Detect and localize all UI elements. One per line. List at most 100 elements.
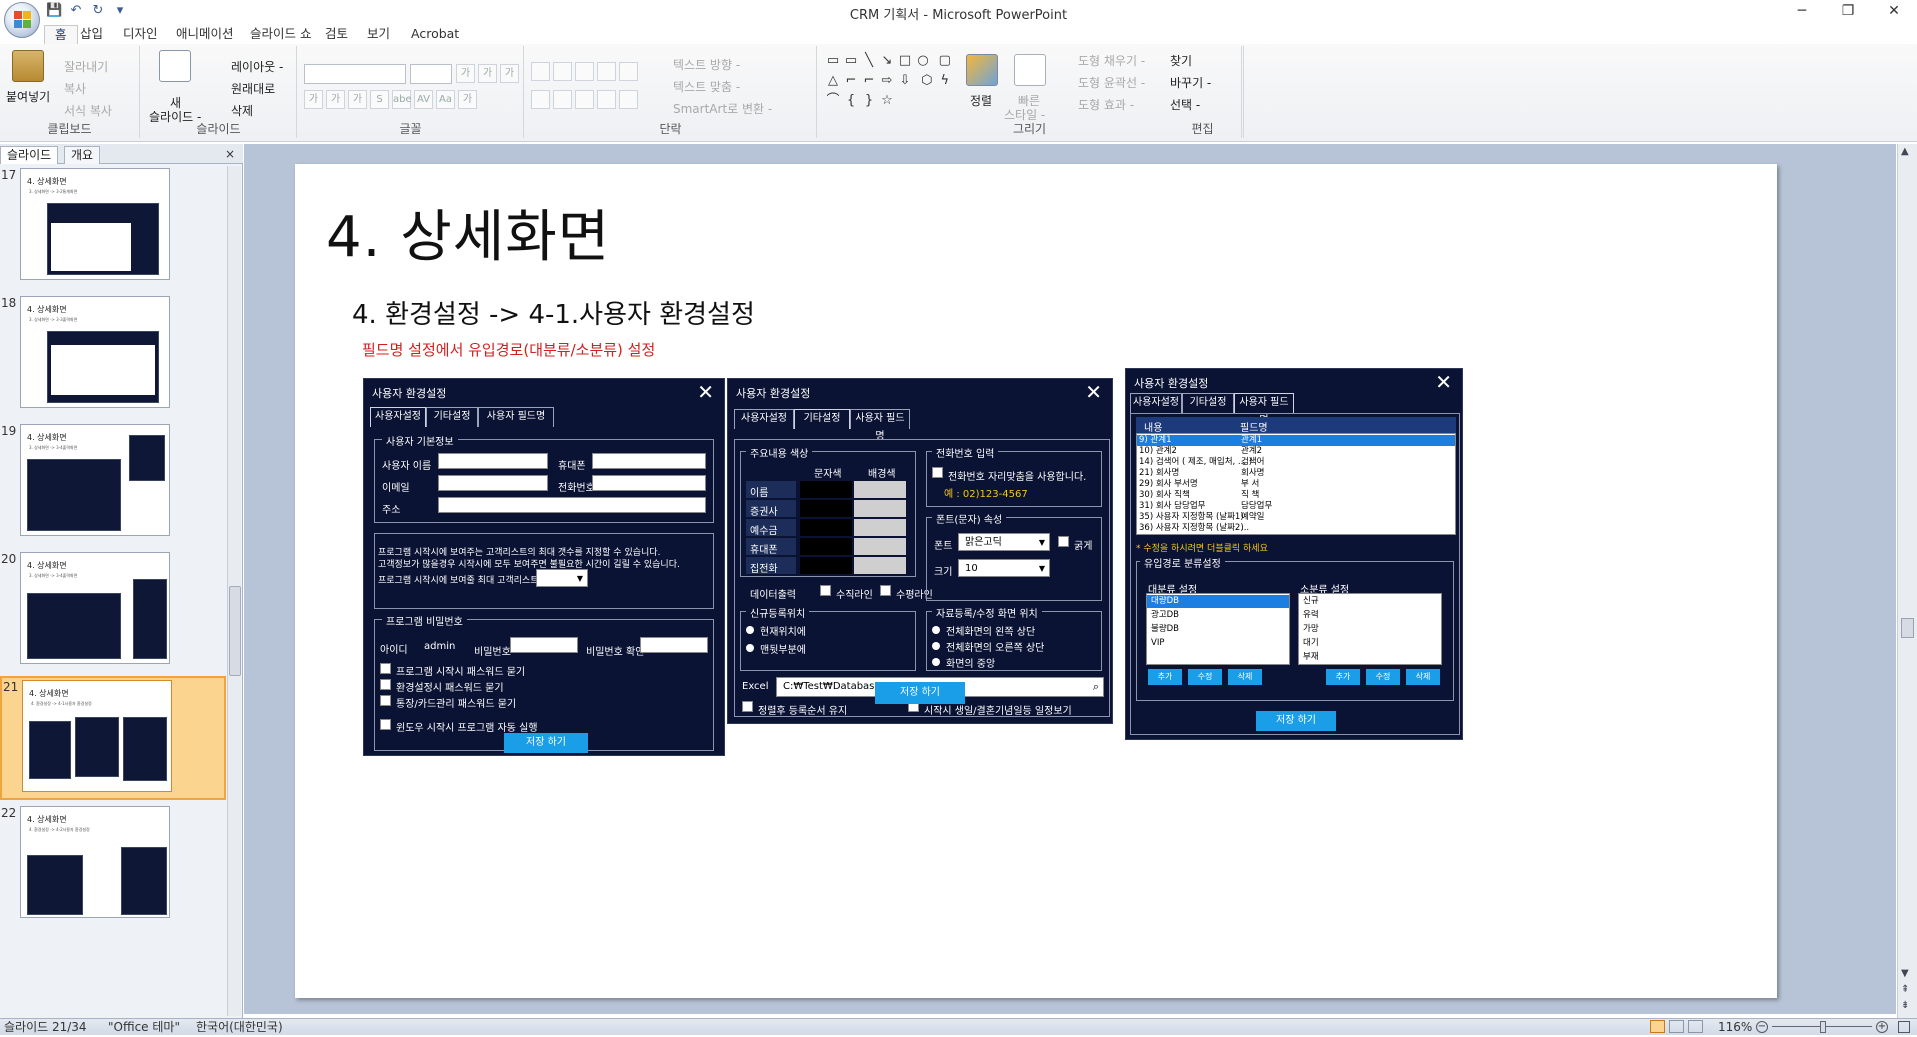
slideshow-view-icon[interactable] (1687, 1020, 1703, 1033)
tab-review[interactable]: 검토 (315, 25, 358, 44)
slide-thumb[interactable]: 17 4. 상세화면 3. 상세화면 -> 3-2통계화면 (0, 166, 226, 290)
small-add-button[interactable]: 추가 (1326, 669, 1360, 685)
shape-effect-button[interactable]: 도형 효과 - (1078, 96, 1134, 113)
language[interactable]: 한국어(대한민국) (196, 1019, 283, 1035)
align-right-icon[interactable] (575, 90, 594, 109)
panel-scroll-thumb[interactable] (229, 586, 241, 676)
font-select[interactable]: 맑은고딕 ▼ (958, 533, 1050, 551)
prev-slide-icon[interactable]: ⇞ (1901, 984, 1909, 995)
align-left-icon[interactable] (531, 90, 550, 109)
zoom-slider-thumb[interactable] (1820, 1021, 1826, 1033)
select-button[interactable]: 선택 - (1170, 96, 1200, 113)
size-select[interactable]: 10 ▼ (958, 559, 1050, 577)
small-category-list[interactable]: 신규 유력 가망 대기 부재 (1298, 593, 1442, 665)
arrange-button[interactable]: 정렬 (970, 92, 992, 109)
tab-design[interactable]: 디자인 (113, 25, 168, 44)
password-confirm-input[interactable] (640, 637, 708, 653)
checkbox-vline[interactable] (820, 585, 831, 596)
slide-subtitle[interactable]: 4. 환경설정 -> 4-1.사용자 환경설정 (352, 294, 755, 331)
small-delete-button[interactable]: 삭제 (1406, 669, 1440, 685)
table-row[interactable]: 14) 검색어 ( 제조, 매입처, ... ) (1139, 457, 1252, 468)
replace-button[interactable]: 바꾸기 - (1170, 74, 1211, 91)
align-center-icon[interactable] (553, 90, 572, 109)
list-item[interactable]: 부재 (1303, 652, 1319, 663)
search-icon[interactable]: ⌕ (1093, 678, 1099, 696)
text-direction-button[interactable]: 텍스트 방향 - (673, 56, 740, 73)
radio-center[interactable] (932, 658, 940, 666)
quick-style-button[interactable]: 스타일 - (1004, 106, 1045, 123)
tab-slideshow[interactable]: 슬라이드 쇼 (240, 25, 321, 44)
slide-thumb[interactable]: 22 4. 상세화면 4. 환경설정 -> 4-2사용자 환경설정 (0, 804, 226, 928)
checkbox-hline[interactable] (880, 585, 891, 596)
table-row[interactable]: 31) 회사 담당업무 (1139, 501, 1205, 512)
shadow-icon[interactable]: S (370, 90, 389, 109)
fit-window-icon[interactable] (1898, 1021, 1910, 1033)
case-icon[interactable]: Aa (436, 90, 455, 109)
bg-swatch-deposit[interactable] (854, 519, 906, 536)
password-input[interactable] (510, 637, 578, 653)
tab-other-settings[interactable]: 기타설정 (794, 409, 850, 429)
table-row[interactable]: 29) 회사 부서명 (1139, 479, 1198, 490)
layout-button[interactable]: 레이아웃 - (231, 58, 283, 75)
scroll-thumb[interactable] (1901, 618, 1914, 638)
bg-swatch-mobile[interactable] (854, 538, 906, 555)
small-edit-button[interactable]: 수정 (1366, 669, 1400, 685)
paste-icon[interactable] (12, 50, 44, 82)
checkbox-autostart[interactable] (380, 719, 391, 730)
elbow-shape-icon[interactable]: ⌐ (842, 72, 860, 89)
save-button[interactable]: 저장 하기 (504, 733, 588, 753)
table-row[interactable]: 30) 회사 직책 (1139, 490, 1190, 501)
elbow2-shape-icon[interactable]: ⌐ (860, 72, 878, 89)
email-input[interactable] (438, 475, 548, 491)
dialog-user-settings[interactable]: 사용자 환경설정 ✕ 사용자설정 기타설정 사용자 필드명 사용자 기본정보 사… (363, 378, 725, 756)
shape-outline-button[interactable]: 도형 윤곽선 - (1078, 74, 1145, 91)
text-align-button[interactable]: 텍스트 맞춤 - (673, 78, 740, 95)
slide-thumb[interactable]: 18 4. 상세화면 3. 상세화면 -> 3-3출력화면 (0, 294, 226, 418)
line-spacing-icon[interactable] (619, 62, 638, 81)
copy-button[interactable]: 복사 (64, 80, 86, 97)
tab-user-settings[interactable]: 사용자설정 (370, 407, 426, 427)
fg-swatch-broker[interactable] (800, 500, 852, 517)
bg-swatch-home[interactable] (854, 557, 906, 574)
slide-thumb-selected[interactable]: 21 4. 상세화면 4. 환경설정 -> 4-1사용자 환경설정 (0, 676, 226, 800)
italic-icon[interactable]: 가 (326, 90, 345, 109)
underline-icon[interactable]: 가 (348, 90, 367, 109)
grow-font-icon[interactable]: 가 (456, 64, 475, 83)
field-table[interactable]: 9) 관계1 관계1 10) 관계2 관계2 14) 검색어 ( 제조, 매입처, … (1136, 433, 1456, 535)
name-input[interactable] (438, 453, 548, 469)
big-edit-button[interactable]: 수정 (1188, 669, 1222, 685)
shapes-gallery[interactable]: ▭ ▭ ╲ ↘ □ ○ ▢△ ⌐ ⌐ ⇨ ⇩ ⬡ ϟ⌒{} ☆ (824, 50, 954, 110)
font-name-input[interactable] (304, 64, 406, 84)
spacing-icon[interactable]: AV (414, 90, 433, 109)
columns-icon[interactable] (619, 90, 638, 109)
tab-user-fields[interactable]: 사용자 필드명 (850, 409, 910, 442)
hexagon-shape-icon[interactable]: ⬡ (918, 72, 936, 89)
list-item[interactable]: VIP (1151, 638, 1164, 649)
list-item[interactable]: 대량DB (1151, 596, 1179, 607)
font-size-input[interactable] (410, 64, 452, 84)
curve-shape-icon[interactable]: ⌒ (824, 92, 842, 109)
brace2-shape-icon[interactable]: } (860, 92, 878, 109)
right-arrow-shape-icon[interactable]: ⇨ (878, 72, 896, 89)
tab-other-settings[interactable]: 기타설정 (1182, 393, 1234, 413)
close-button[interactable]: ✕ (1871, 0, 1917, 24)
checkbox-settings-password[interactable] (380, 679, 391, 690)
table-row[interactable]: 36) 사용자 지정항목 (날짜2) (1139, 523, 1244, 534)
tab-outline[interactable]: 개요 (64, 146, 101, 164)
tab-user-settings[interactable]: 사용자설정 (734, 409, 794, 429)
table-row[interactable]: 10) 관계2 (1139, 446, 1177, 457)
font-color-icon[interactable]: 가 (458, 90, 477, 109)
quick-style-icon[interactable] (1014, 54, 1046, 86)
address-input[interactable] (438, 497, 706, 513)
tab-user-settings[interactable]: 사용자설정 (1130, 393, 1182, 413)
radio-top-right[interactable] (932, 642, 940, 650)
maximize-button[interactable]: ❐ (1825, 0, 1871, 24)
shape-fill-button[interactable]: 도형 채우기 - (1078, 52, 1145, 69)
textbox2-shape-icon[interactable]: ▭ (842, 52, 860, 69)
bold-icon[interactable]: 가 (304, 90, 323, 109)
list-item[interactable]: 대기 (1303, 638, 1319, 649)
checkbox-card-password[interactable] (380, 695, 391, 706)
new-slide-icon[interactable] (159, 50, 191, 82)
format-painter-button[interactable]: 서식 복사 (64, 102, 112, 119)
list-item[interactable]: 광고DB (1151, 610, 1179, 621)
